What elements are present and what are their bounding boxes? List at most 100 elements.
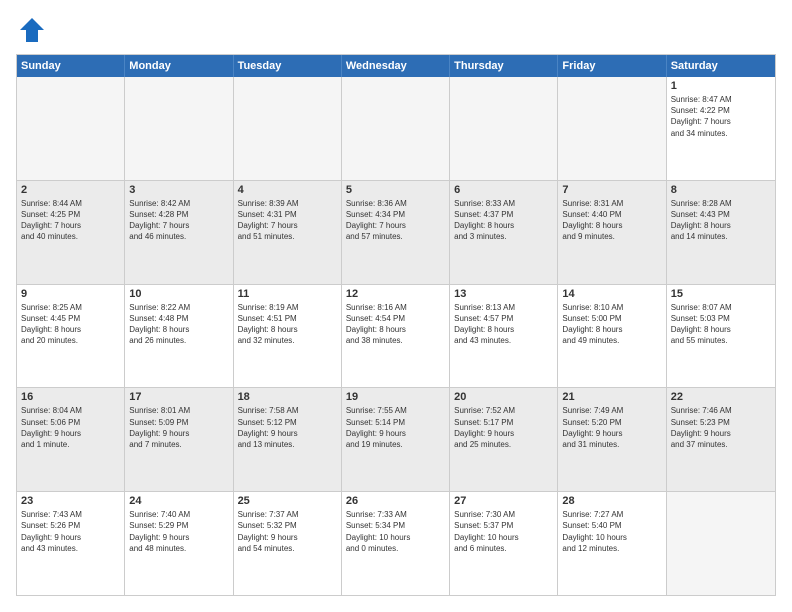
day-info: Sunrise: 8:07 AM Sunset: 5:03 PM Dayligh…: [671, 302, 771, 347]
day-info: Sunrise: 8:42 AM Sunset: 4:28 PM Dayligh…: [129, 198, 228, 243]
header: [16, 16, 776, 44]
day-number: 26: [346, 495, 445, 507]
empty-cell-0-1: [125, 77, 233, 180]
day-info: Sunrise: 8:47 AM Sunset: 4:22 PM Dayligh…: [671, 94, 771, 139]
day-cell-5: 5Sunrise: 8:36 AM Sunset: 4:34 PM Daylig…: [342, 181, 450, 284]
logo: [16, 16, 46, 44]
day-cell-22: 22 Sunrise: 7:46 AM Sunset: 5:23 PM Dayli…: [667, 388, 775, 491]
day-number: 21: [562, 391, 661, 403]
day-number: 2: [21, 184, 120, 196]
day-cell-20: 20 Sunrise: 7:52 AM Sunset: 5:17 PM Dayli…: [450, 388, 558, 491]
day-info: Sunrise: 8:16 AM Sunset: 4:54 PM Dayligh…: [346, 302, 445, 347]
day-info: Sunrise: 8:10 AM Sunset: 5:00 PM Dayligh…: [562, 302, 661, 347]
day-cell-14: 14 Sunrise: 8:10 AM Sunset: 5:00 PM Dayli…: [558, 285, 666, 388]
day-number: 24: [129, 495, 228, 507]
day-cell-17: 17Sunrise: 8:01 AM Sunset: 5:09 PM Dayli…: [125, 388, 233, 491]
day-number: 20: [454, 391, 553, 403]
page: SundayMondayTuesdayWednesdayThursdayFrid…: [0, 0, 792, 612]
day-cell-4: 4 Sunrise: 8:39 AM Sunset: 4:31 PM Daylig…: [234, 181, 342, 284]
day-info: Sunrise: 8:33 AM Sunset: 4:37 PM Dayligh…: [454, 198, 553, 243]
day-number: 19: [346, 391, 445, 403]
day-cell-3: 3 Sunrise: 8:42 AM Sunset: 4:28 PM Daylig…: [125, 181, 233, 284]
day-info: Sunrise: 8:25 AM Sunset: 4:45 PM Dayligh…: [21, 302, 120, 347]
day-cell-27: 27 Sunrise: 7:30 AM Sunset: 5:37 PM Dayli…: [450, 492, 558, 595]
weekday-header-wednesday: Wednesday: [342, 55, 450, 77]
day-cell-15: 15 Sunrise: 8:07 AM Sunset: 5:03 PM Dayli…: [667, 285, 775, 388]
day-cell-21: 21 Sunrise: 7:49 AM Sunset: 5:20 PM Dayli…: [558, 388, 666, 491]
day-number: 1: [671, 80, 771, 92]
weekday-header-friday: Friday: [558, 55, 666, 77]
day-info: Sunrise: 8:39 AM Sunset: 4:31 PM Dayligh…: [238, 198, 337, 243]
day-info: Sunrise: 7:40 AM Sunset: 5:29 PM Dayligh…: [129, 509, 228, 554]
day-cell-10: 10Sunrise: 8:22 AM Sunset: 4:48 PM Dayli…: [125, 285, 233, 388]
calendar-body: 1 Sunrise: 8:47 AM Sunset: 4:22 PM Daylig…: [17, 77, 775, 595]
day-cell-8: 8 Sunrise: 8:28 AM Sunset: 4:43 PM Daylig…: [667, 181, 775, 284]
weekday-header-thursday: Thursday: [450, 55, 558, 77]
day-cell-16: 16Sunrise: 8:04 AM Sunset: 5:06 PM Dayli…: [17, 388, 125, 491]
empty-cell-4-6: [667, 492, 775, 595]
day-number: 27: [454, 495, 553, 507]
day-cell-6: 6 Sunrise: 8:33 AM Sunset: 4:37 PM Daylig…: [450, 181, 558, 284]
weekday-header-sunday: Sunday: [17, 55, 125, 77]
empty-cell-0-5: [558, 77, 666, 180]
day-info: Sunrise: 7:49 AM Sunset: 5:20 PM Dayligh…: [562, 405, 661, 450]
day-info: Sunrise: 8:13 AM Sunset: 4:57 PM Dayligh…: [454, 302, 553, 347]
day-number: 3: [129, 184, 228, 196]
day-number: 12: [346, 288, 445, 300]
calendar-row-2: 9 Sunrise: 8:25 AM Sunset: 4:45 PM Daylig…: [17, 285, 775, 389]
calendar-header: SundayMondayTuesdayWednesdayThursdayFrid…: [17, 55, 775, 77]
day-cell-19: 19 Sunrise: 7:55 AM Sunset: 5:14 PM Dayli…: [342, 388, 450, 491]
day-number: 13: [454, 288, 553, 300]
day-cell-11: 11 Sunrise: 8:19 AM Sunset: 4:51 PM Dayli…: [234, 285, 342, 388]
calendar-row-0: 1 Sunrise: 8:47 AM Sunset: 4:22 PM Daylig…: [17, 77, 775, 181]
day-info: Sunrise: 7:30 AM Sunset: 5:37 PM Dayligh…: [454, 509, 553, 554]
day-cell-1: 1 Sunrise: 8:47 AM Sunset: 4:22 PM Daylig…: [667, 77, 775, 180]
day-cell-24: 24 Sunrise: 7:40 AM Sunset: 5:29 PM Dayli…: [125, 492, 233, 595]
day-cell-2: 2 Sunrise: 8:44 AM Sunset: 4:25 PM Daylig…: [17, 181, 125, 284]
calendar-row-3: 16Sunrise: 8:04 AM Sunset: 5:06 PM Dayli…: [17, 388, 775, 492]
day-number: 15: [671, 288, 771, 300]
day-number: 22: [671, 391, 771, 403]
day-number: 14: [562, 288, 661, 300]
day-cell-28: 28 Sunrise: 7:27 AM Sunset: 5:40 PM Dayli…: [558, 492, 666, 595]
weekday-header-monday: Monday: [125, 55, 233, 77]
day-number: 6: [454, 184, 553, 196]
day-number: 7: [562, 184, 661, 196]
day-number: 18: [238, 391, 337, 403]
day-info: Sunrise: 7:52 AM Sunset: 5:17 PM Dayligh…: [454, 405, 553, 450]
calendar-row-1: 2 Sunrise: 8:44 AM Sunset: 4:25 PM Daylig…: [17, 181, 775, 285]
day-info: Sunrise: 7:43 AM Sunset: 5:26 PM Dayligh…: [21, 509, 120, 554]
empty-cell-0-4: [450, 77, 558, 180]
day-cell-18: 18 Sunrise: 7:58 AM Sunset: 5:12 PM Dayli…: [234, 388, 342, 491]
day-cell-13: 13 Sunrise: 8:13 AM Sunset: 4:57 PM Dayli…: [450, 285, 558, 388]
day-cell-26: 26 Sunrise: 7:33 AM Sunset: 5:34 PM Dayli…: [342, 492, 450, 595]
day-number: 9: [21, 288, 120, 300]
day-number: 11: [238, 288, 337, 300]
day-info: Sunrise: 8:31 AM Sunset: 4:40 PM Dayligh…: [562, 198, 661, 243]
empty-cell-0-0: [17, 77, 125, 180]
day-info: Sunrise: 8:19 AM Sunset: 4:51 PM Dayligh…: [238, 302, 337, 347]
empty-cell-0-2: [234, 77, 342, 180]
day-number: 16: [21, 391, 120, 403]
day-info: Sunrise: 8:44 AM Sunset: 4:25 PM Dayligh…: [21, 198, 120, 243]
day-info: Sunrise: 8:22 AM Sunset: 4:48 PM Dayligh…: [129, 302, 228, 347]
day-number: 8: [671, 184, 771, 196]
day-info: Sunrise: 7:33 AM Sunset: 5:34 PM Dayligh…: [346, 509, 445, 554]
day-number: 25: [238, 495, 337, 507]
day-number: 23: [21, 495, 120, 507]
day-number: 17: [129, 391, 228, 403]
day-cell-23: 23 Sunrise: 7:43 AM Sunset: 5:26 PM Dayli…: [17, 492, 125, 595]
day-info: Sunrise: 7:55 AM Sunset: 5:14 PM Dayligh…: [346, 405, 445, 450]
day-info: Sunrise: 7:58 AM Sunset: 5:12 PM Dayligh…: [238, 405, 337, 450]
calendar: SundayMondayTuesdayWednesdayThursdayFrid…: [16, 54, 776, 596]
day-number: 5: [346, 184, 445, 196]
day-number: 28: [562, 495, 661, 507]
day-info: Sunrise: 7:27 AM Sunset: 5:40 PM Dayligh…: [562, 509, 661, 554]
day-cell-12: 12 Sunrise: 8:16 AM Sunset: 4:54 PM Dayli…: [342, 285, 450, 388]
day-info: Sunrise: 7:46 AM Sunset: 5:23 PM Dayligh…: [671, 405, 771, 450]
day-info: Sunrise: 7:37 AM Sunset: 5:32 PM Dayligh…: [238, 509, 337, 554]
day-number: 4: [238, 184, 337, 196]
day-cell-9: 9 Sunrise: 8:25 AM Sunset: 4:45 PM Daylig…: [17, 285, 125, 388]
day-info: Sunrise: 8:28 AM Sunset: 4:43 PM Dayligh…: [671, 198, 771, 243]
logo-icon: [18, 16, 46, 44]
